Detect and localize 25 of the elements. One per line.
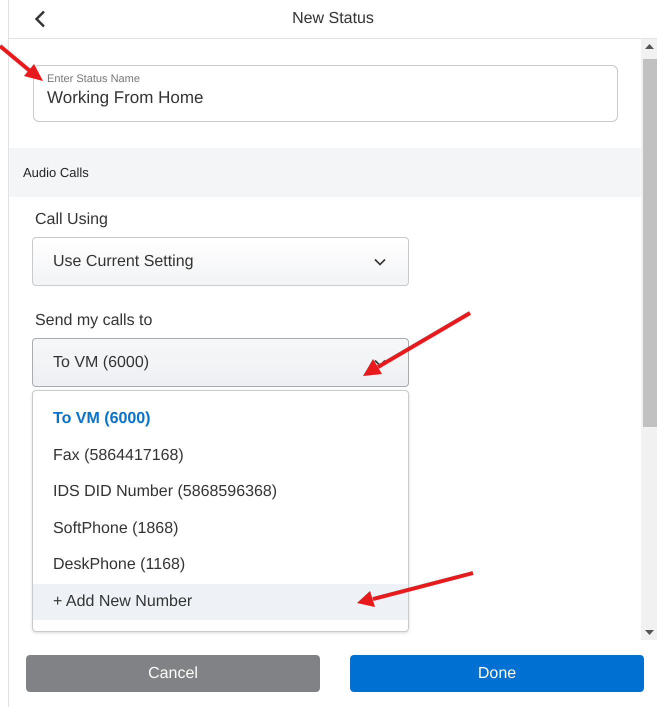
field-label: Enter Status Name [47, 73, 141, 85]
scroll-up-icon[interactable] [645, 44, 654, 49]
field-label: Call Using [35, 211, 109, 229]
dropdown-option[interactable]: + Add New Number [33, 584, 408, 620]
back-icon[interactable] [34, 10, 46, 28]
annotation-arrow [0, 44, 43, 81]
scrollbar[interactable] [641, 39, 657, 640]
dropdown-select[interactable]: To VM (6000) [32, 338, 409, 387]
cancel-button[interactable]: Cancel [26, 655, 320, 692]
done-button[interactable]: Done [350, 655, 644, 692]
dropdown-select[interactable]: Use Current Setting [32, 237, 409, 286]
status-name-field[interactable]: Enter Status Name Working From Home [33, 65, 618, 122]
dropdown-option[interactable]: To VM (6000) [33, 401, 408, 438]
dropdown-option[interactable]: SoftPhone (1868) [33, 510, 408, 547]
chevron-down-icon [374, 358, 386, 366]
field-value: Working From Home [47, 88, 204, 108]
dropdown-option[interactable]: Fax (5864417168) [33, 438, 408, 474]
scrollbar-thumb[interactable] [643, 59, 657, 427]
section-title: Audio Calls [23, 165, 89, 180]
scroll-down-icon[interactable] [645, 630, 654, 635]
field-label: Send my calls to [35, 312, 154, 330]
chevron-down-icon [374, 258, 386, 266]
dropdown-option[interactable]: IDS DID Number (5868596368) [33, 474, 408, 510]
page-title: New Status [292, 10, 374, 27]
dropdown-option[interactable]: DeskPhone (1168) [33, 547, 408, 584]
